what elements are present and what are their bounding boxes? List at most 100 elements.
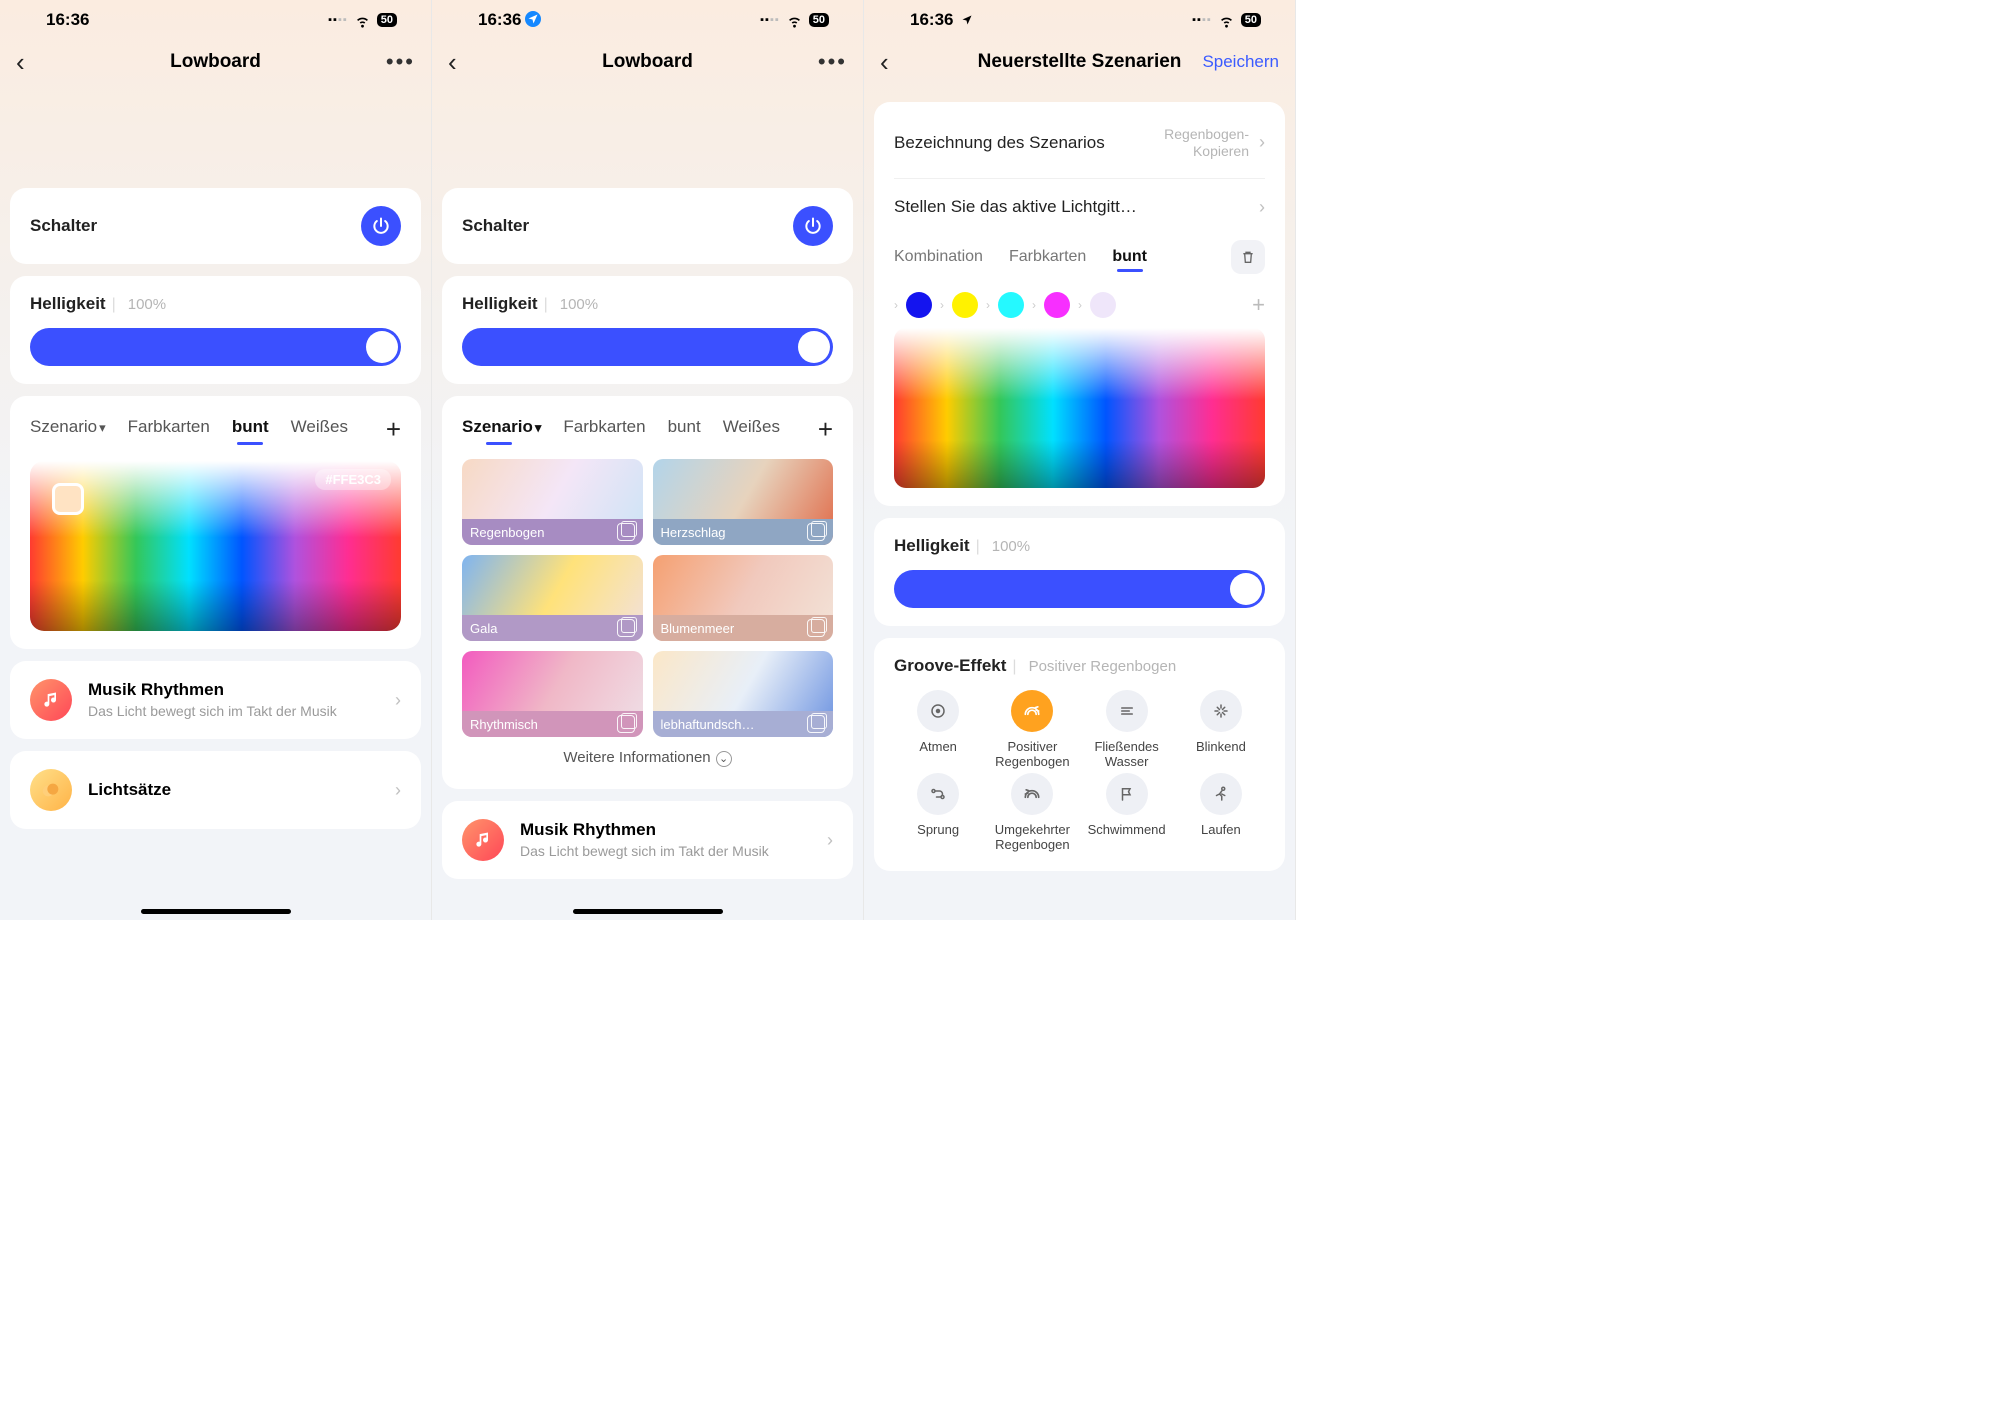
scene-blumenmeer[interactable]: Blumenmeer bbox=[653, 555, 834, 641]
scene-rhythmisch[interactable]: Rhythmisch bbox=[462, 651, 643, 737]
add-color-button[interactable]: + bbox=[1252, 292, 1265, 318]
more-info-button[interactable]: Weitere Informationen⌄ bbox=[462, 749, 833, 767]
fx-atmen[interactable]: Atmen bbox=[894, 690, 982, 770]
switch-label: Schalter bbox=[30, 216, 97, 236]
back-button[interactable]: ‹ bbox=[16, 47, 46, 78]
fx-schwimmend[interactable]: Schwimmend bbox=[1083, 773, 1171, 853]
fx-fliessendes-wasser[interactable]: Fließendes Wasser bbox=[1083, 690, 1171, 770]
color-sequence: › › › › › + bbox=[894, 292, 1265, 318]
music-card[interactable]: Musik Rhythmen Das Licht bewegt sich im T… bbox=[10, 661, 421, 739]
rainbow-icon bbox=[1011, 690, 1053, 732]
active-grid-row[interactable]: Stellen Sie das aktive Lichtgitt… › bbox=[894, 178, 1265, 224]
power-button[interactable] bbox=[361, 206, 401, 246]
color-dot[interactable] bbox=[906, 292, 932, 318]
color-dot[interactable] bbox=[1044, 292, 1070, 318]
active-grid-label: Stellen Sie das aktive Lichtgitt… bbox=[894, 197, 1137, 217]
scene-herzschlag[interactable]: Herzschlag bbox=[653, 459, 834, 545]
music-title: Musik Rhythmen bbox=[88, 680, 379, 700]
tab-farbkarten[interactable]: Farbkarten bbox=[563, 417, 645, 443]
chevron-right-icon: › bbox=[827, 830, 833, 851]
home-indicator[interactable] bbox=[141, 909, 291, 914]
music-icon bbox=[30, 679, 72, 721]
color-picker[interactable]: #FFE3C3 bbox=[30, 461, 401, 631]
status-time: 16:36 bbox=[478, 10, 521, 29]
tab-farbkarten[interactable]: Farbkarten bbox=[128, 417, 210, 443]
page-title: Lowboard bbox=[432, 51, 863, 73]
screen-szenario: 16:36 ▪▪▪▪ 50 ‹ Lowboard ••• Schalter He… bbox=[432, 0, 864, 920]
color-dot[interactable] bbox=[1090, 292, 1116, 318]
fx-sprung[interactable]: Sprung bbox=[894, 773, 982, 853]
scene-lebhaft[interactable]: lebhaftundsch… bbox=[653, 651, 834, 737]
scene-gala[interactable]: Gala bbox=[462, 555, 643, 641]
tab-kombination[interactable]: Kombination bbox=[894, 248, 983, 266]
lightsets-card[interactable]: Lichtsätze › bbox=[10, 751, 421, 829]
color-picker[interactable] bbox=[894, 328, 1265, 488]
lines-icon bbox=[1106, 690, 1148, 732]
screen-bunt: 16:36 ▪▪▪▪ 50 ‹ Lowboard ••• Schalter He… bbox=[0, 0, 432, 920]
location-icon bbox=[961, 14, 973, 26]
back-button[interactable]: ‹ bbox=[448, 47, 478, 78]
battery-icon: 50 bbox=[1241, 13, 1261, 27]
scenario-name-label: Bezeichnung des Szenarios bbox=[894, 133, 1105, 153]
brightness-label: Helligkeit bbox=[894, 536, 970, 555]
music-icon bbox=[462, 819, 504, 861]
brightness-slider[interactable] bbox=[30, 328, 401, 366]
copy-icon[interactable] bbox=[617, 523, 635, 541]
tab-bunt[interactable]: bunt bbox=[1112, 248, 1147, 266]
brightness-slider[interactable] bbox=[462, 328, 833, 366]
tab-bunt[interactable]: bunt bbox=[232, 417, 269, 443]
target-icon bbox=[917, 690, 959, 732]
add-button[interactable]: + bbox=[818, 414, 833, 445]
save-button[interactable]: Speichern bbox=[1202, 52, 1279, 72]
nav: ‹ Lowboard ••• bbox=[432, 40, 863, 84]
tab-farbkarten[interactable]: Farbkarten bbox=[1009, 248, 1086, 266]
groove-card: Groove-Effekt|Positiver Regenbogen Atmen… bbox=[874, 638, 1285, 872]
status-time: 16:36 bbox=[46, 10, 89, 30]
fx-positiver-regenbogen[interactable]: Positiver Regenbogen bbox=[988, 690, 1076, 770]
back-button[interactable]: ‹ bbox=[880, 47, 910, 78]
battery-icon: 50 bbox=[809, 13, 829, 27]
fx-umgekehrter-regenbogen[interactable]: Umgekehrter Regenbogen bbox=[988, 773, 1076, 853]
picker-handle[interactable] bbox=[52, 483, 84, 515]
fx-blinkend[interactable]: Blinkend bbox=[1177, 690, 1265, 770]
route-icon bbox=[917, 773, 959, 815]
chevron-right-icon: › bbox=[1259, 132, 1265, 153]
copy-icon[interactable] bbox=[807, 619, 825, 637]
music-desc: Das Licht bewegt sich im Takt der Musik bbox=[88, 702, 379, 720]
copy-icon[interactable] bbox=[617, 715, 635, 733]
copy-icon[interactable] bbox=[807, 715, 825, 733]
color-dot[interactable] bbox=[952, 292, 978, 318]
switch-label: Schalter bbox=[462, 216, 529, 236]
signal-icon: ▪▪▪▪ bbox=[1192, 14, 1212, 26]
brightness-label: Helligkeit bbox=[462, 294, 538, 313]
fx-laufen[interactable]: Laufen bbox=[1177, 773, 1265, 853]
scene-regenbogen[interactable]: Regenbogen bbox=[462, 459, 643, 545]
signal-icon: ▪▪▪▪ bbox=[760, 14, 780, 26]
status-time: 16:36 bbox=[910, 10, 953, 29]
brightness-slider[interactable] bbox=[894, 570, 1265, 608]
nav: ‹ Lowboard ••• bbox=[0, 40, 431, 84]
more-button[interactable]: ••• bbox=[386, 49, 415, 75]
tab-szenario[interactable]: Szenario bbox=[30, 417, 106, 443]
tab-weisses[interactable]: Weißes bbox=[723, 417, 780, 443]
tab-weisses[interactable]: Weißes bbox=[291, 417, 348, 443]
brightness-card: Helligkeit|100% bbox=[442, 276, 853, 384]
add-button[interactable]: + bbox=[386, 414, 401, 445]
delete-button[interactable] bbox=[1231, 240, 1265, 274]
lightsets-title: Lichtsätze bbox=[88, 780, 379, 800]
tab-szenario[interactable]: Szenario bbox=[462, 417, 541, 443]
chevron-right-icon: › bbox=[1259, 197, 1265, 218]
wifi-icon bbox=[1218, 12, 1235, 29]
scenario-name-row[interactable]: Bezeichnung des Szenarios Regenbogen-Kop… bbox=[894, 120, 1265, 166]
tab-bunt[interactable]: bunt bbox=[668, 417, 701, 443]
switch-card: Schalter bbox=[10, 188, 421, 264]
copy-icon[interactable] bbox=[807, 523, 825, 541]
color-dot[interactable] bbox=[998, 292, 1024, 318]
power-button[interactable] bbox=[793, 206, 833, 246]
more-button[interactable]: ••• bbox=[818, 49, 847, 75]
home-indicator[interactable] bbox=[573, 909, 723, 914]
music-card[interactable]: Musik RhythmenDas Licht bewegt sich im T… bbox=[442, 801, 853, 879]
copy-icon[interactable] bbox=[617, 619, 635, 637]
sparkle-icon bbox=[1200, 690, 1242, 732]
location-icon bbox=[525, 11, 541, 27]
